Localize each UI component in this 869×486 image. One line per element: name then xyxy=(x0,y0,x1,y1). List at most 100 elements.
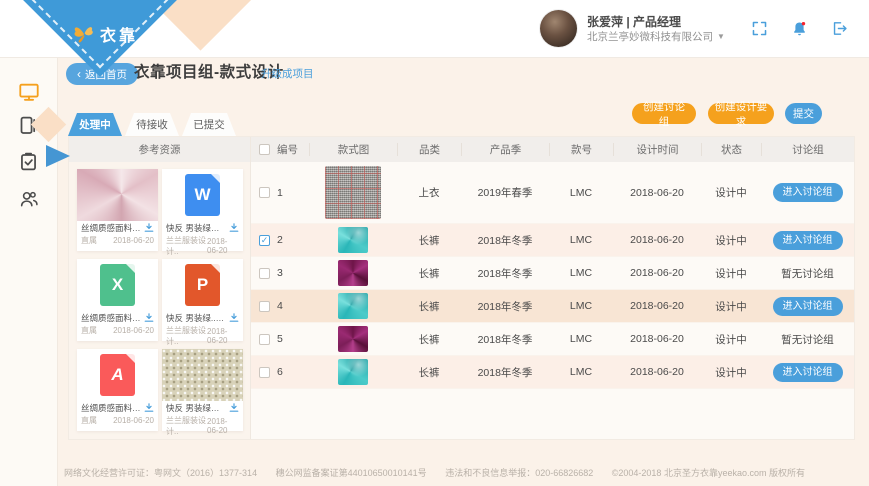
row-checkbox[interactable] xyxy=(259,301,270,312)
download-icon[interactable] xyxy=(229,223,239,233)
row-checkbox[interactable]: ✓ xyxy=(259,235,270,246)
file-card[interactable]: 快反 男装绿毛...JPG 兰兰服装设计.. 2018-06-20 xyxy=(162,349,243,431)
row-checkbox[interactable] xyxy=(259,187,270,198)
table-row[interactable]: 5 长裤 2018年冬季 LMC 2018-06-20 设计中 暂无讨论组 xyxy=(251,323,854,356)
row-number: 5 xyxy=(277,333,283,345)
cell-season: 2018年冬季 xyxy=(461,332,549,347)
download-icon[interactable] xyxy=(229,403,239,413)
file-thumb xyxy=(162,349,243,401)
company-selector[interactable]: 北京兰亭妙微科技有限公司 ▼ xyxy=(587,30,739,44)
file-card[interactable]: A 丝绸质感面料.PDF 直属 2018-06-20 xyxy=(77,349,158,431)
table-row[interactable]: 3 长裤 2018年冬季 LMC 2018-06-20 设计中 暂无讨论组 xyxy=(251,257,854,290)
download-icon[interactable] xyxy=(144,313,154,323)
sidebar-active-marker[interactable] xyxy=(46,145,70,167)
cell-status: 设计中 xyxy=(701,332,761,347)
user-info: 张爱萍 | 产品经理 北京兰亭妙微科技有限公司 ▼ xyxy=(587,14,739,44)
footer-license: 网络文化经营许可证：粤网文（2016）1377-314 xyxy=(64,468,257,478)
avatar[interactable] xyxy=(540,10,577,47)
logo-text: 衣靠 xyxy=(100,22,138,46)
download-icon[interactable] xyxy=(144,403,154,413)
create-discussion-group-button[interactable]: 创建讨论组 xyxy=(632,103,696,124)
cell-group: 进入讨论组 xyxy=(761,363,854,382)
sidebar-item-tasks[interactable] xyxy=(18,151,40,173)
footer: 网络文化经营许可证：粤网文（2016）1377-314 穗公网监备案证第4401… xyxy=(0,466,869,479)
row-checkbox[interactable] xyxy=(259,334,270,345)
file-date: 2018-06-20 xyxy=(207,327,239,345)
tab-bar: 处理中 待接收 已提交 xyxy=(68,113,239,136)
download-icon[interactable] xyxy=(144,223,154,233)
caret-down-icon: ▼ xyxy=(717,30,725,44)
footer-registration: 穗公网监备案证第44010650010141号 xyxy=(276,468,427,478)
th-style-no: 款号 xyxy=(549,143,613,156)
table-row[interactable]: 4 长裤 2018年冬季 LMC 2018-06-20 设计中 进入讨论组 xyxy=(251,290,854,323)
cell-season: 2018年冬季 xyxy=(461,299,549,314)
style-swatch[interactable] xyxy=(338,227,368,253)
style-swatch[interactable] xyxy=(338,293,368,319)
table-row[interactable]: 1 上衣 2019年春季 LMC 2018-06-20 设计中 进入讨论组 xyxy=(251,162,854,224)
submit-button[interactable]: 提交 xyxy=(785,103,822,124)
style-swatch[interactable] xyxy=(338,260,368,286)
no-group-text: 暂无讨论组 xyxy=(781,266,834,281)
th-status: 状态 xyxy=(701,143,761,156)
cell-group: 进入讨论组 xyxy=(761,231,854,250)
tab-processing[interactable]: 处理中 xyxy=(68,113,122,136)
style-swatch[interactable] xyxy=(338,359,368,385)
enter-group-button[interactable]: 进入讨论组 xyxy=(773,297,843,316)
file-card[interactable]: W 快反 男装绿毛...doc 兰兰服装设计.. 2018-06-20 xyxy=(162,169,243,251)
enter-group-button[interactable]: 进入讨论组 xyxy=(773,183,843,202)
enter-group-button[interactable]: 进入讨论组 xyxy=(773,231,843,250)
logout-icon[interactable] xyxy=(819,20,859,37)
row-number: 2 xyxy=(277,234,283,246)
enter-group-button[interactable]: 进入讨论组 xyxy=(773,363,843,382)
cell-status: 设计中 xyxy=(701,299,761,314)
file-card[interactable]: 丝绸质感面料.JPG 直属 2018-06-20 xyxy=(77,169,158,251)
cell-status: 设计中 xyxy=(701,266,761,281)
footer-copyright: ©2004-2018 北京圣方衣靠yeekao.com 版权所有 xyxy=(612,468,805,478)
table-row[interactable]: ✓ 2 长裤 2018年冬季 LMC 2018-06-20 设计中 进入讨论组 xyxy=(251,224,854,257)
row-checkbox[interactable] xyxy=(259,268,270,279)
cell-category: 长裤 xyxy=(397,266,461,281)
company-name: 北京兰亭妙微科技有限公司 xyxy=(587,30,713,44)
file-thumb: A xyxy=(77,349,158,401)
file-name: 丝绸质感面料.JPG xyxy=(81,222,141,234)
butterfly-icon xyxy=(72,22,96,46)
cell-season: 2018年冬季 xyxy=(461,266,549,281)
cell-category: 长裤 xyxy=(397,332,461,347)
th-group: 讨论组 xyxy=(761,143,854,156)
file-type-icon: A xyxy=(100,354,135,396)
cell-category: 长裤 xyxy=(397,233,461,248)
file-card[interactable]: P 快反 男装绿...PPTX 兰兰服装设计.. 2018-06-20 xyxy=(162,259,243,341)
logo[interactable]: 衣靠 xyxy=(72,22,138,46)
file-name: 丝绸质感面料.xsl xyxy=(81,312,141,324)
file-thumb: X xyxy=(77,259,158,311)
file-name: 丝绸质感面料.PDF xyxy=(81,402,141,414)
file-owner: 兰兰服装设计.. xyxy=(166,235,207,257)
file-card[interactable]: X 丝绸质感面料.xsl 直属 2018-06-20 xyxy=(77,259,158,341)
fullscreen-icon[interactable] xyxy=(739,20,779,37)
content-panel: 参考资源 丝绸质感面料.JPG 直属 2018-06-20 W 快反 男装绿毛.… xyxy=(68,136,855,440)
file-name: 快反 男装绿毛...doc xyxy=(166,222,226,234)
create-design-request-button[interactable]: 创建设计要求 xyxy=(708,103,774,124)
cell-design-date: 2018-06-20 xyxy=(613,366,701,378)
sidebar-item-contacts[interactable] xyxy=(18,188,40,210)
select-all-checkbox[interactable] xyxy=(259,144,270,155)
file-type-icon: X xyxy=(100,264,135,306)
resource-grid: 丝绸质感面料.JPG 直属 2018-06-20 W 快反 男装绿毛...doc xyxy=(69,162,250,439)
row-number: 3 xyxy=(277,267,283,279)
style-swatch[interactable] xyxy=(338,326,368,352)
upgrade-project-link[interactable]: 升级成项目 xyxy=(261,66,314,81)
table-row[interactable]: 6 长裤 2018年冬季 LMC 2018-06-20 设计中 进入讨论组 xyxy=(251,356,854,389)
row-number: 1 xyxy=(277,187,283,199)
notification-bell-icon[interactable] xyxy=(779,20,819,37)
style-swatch[interactable] xyxy=(325,166,381,219)
tab-pending[interactable]: 待接收 xyxy=(125,113,179,136)
row-checkbox[interactable] xyxy=(259,367,270,378)
cell-season: 2019年春季 xyxy=(461,185,549,200)
clipboard-check-icon xyxy=(18,151,39,172)
sidebar-item-dashboard[interactable] xyxy=(18,81,40,103)
cell-category: 上衣 xyxy=(397,185,461,200)
download-icon[interactable] xyxy=(229,313,239,323)
file-type-icon: P xyxy=(185,264,220,306)
notification-dot xyxy=(801,22,804,25)
tab-submitted[interactable]: 已提交 xyxy=(182,113,236,136)
